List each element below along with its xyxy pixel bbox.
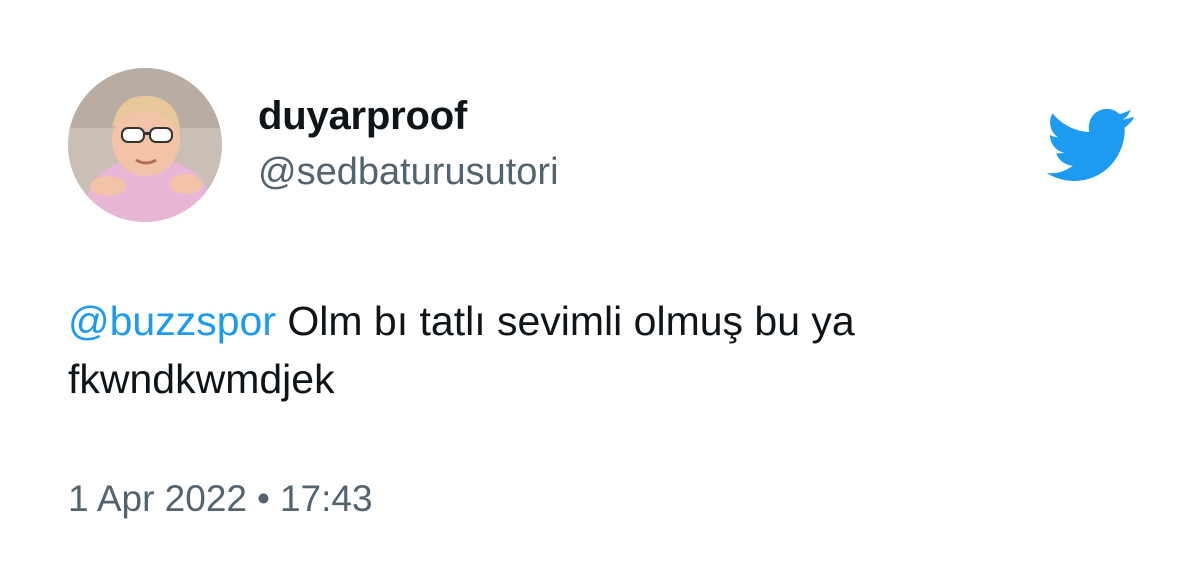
mention-link[interactable]: @buzzspor: [68, 298, 276, 344]
tweet-date: 1 Apr 2022: [68, 478, 247, 519]
tweet-text: @buzzspor Olm bı tatlı sevimli olmuş bu …: [68, 292, 1128, 408]
avatar[interactable]: [68, 68, 222, 222]
tweet-time: 17:43: [279, 478, 373, 519]
avatar-image: [68, 68, 222, 222]
user-handle[interactable]: @sedbaturusutori: [258, 151, 559, 194]
display-name[interactable]: duyarproof: [258, 94, 467, 139]
tweet-card: duyarproof @sedbaturusutori @buzzspor Ol…: [0, 0, 1200, 585]
timestamp-separator: •: [256, 478, 270, 519]
twitter-bird-icon[interactable]: [1045, 108, 1135, 182]
tweet-timestamp[interactable]: 1 Apr 2022 • 17:43: [68, 478, 373, 520]
